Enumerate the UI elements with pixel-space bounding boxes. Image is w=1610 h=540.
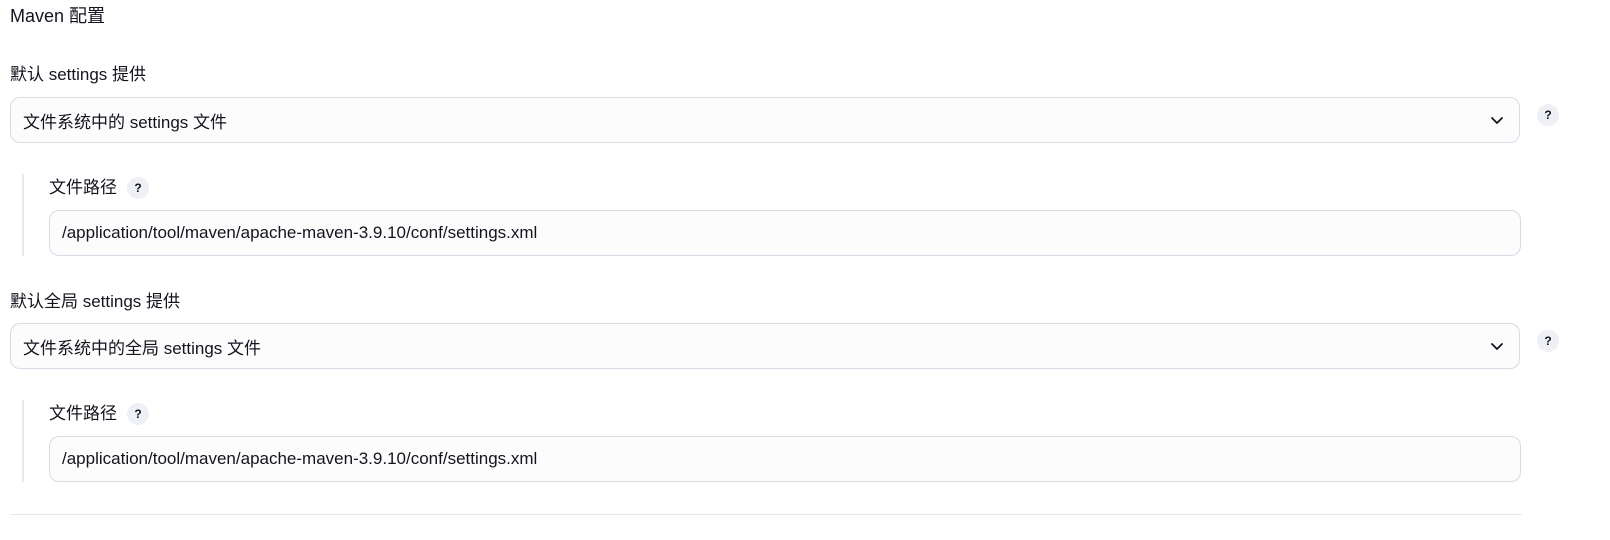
settings-path-value: /application/tool/maven/apache-maven-3.9… (62, 223, 538, 242)
settings-path-help-icon[interactable]: ? (127, 177, 149, 199)
settings-nested-bar (22, 174, 24, 256)
global-settings-path-value: /application/tool/maven/apache-maven-3.9… (62, 449, 538, 468)
settings-path-label: 文件路径 (49, 178, 117, 197)
settings-path-input[interactable]: /application/tool/maven/apache-maven-3.9… (49, 210, 1521, 256)
global-settings-provider-label: 默认全局 settings 提供 (10, 292, 181, 311)
settings-provider-label: 默认 settings 提供 (10, 65, 147, 84)
global-settings-provider-selected-value: 文件系统中的全局 settings 文件 (23, 338, 262, 358)
global-settings-path-label: 文件路径 (49, 404, 117, 423)
section-divider (10, 514, 1522, 515)
global-settings-path-input[interactable]: /application/tool/maven/apache-maven-3.9… (49, 436, 1521, 482)
global-settings-provider-help-icon[interactable]: ? (1537, 330, 1559, 352)
chevron-down-icon (1491, 117, 1503, 124)
settings-provider-select[interactable]: 文件系统中的 settings 文件 (10, 97, 1520, 143)
settings-provider-selected-value: 文件系统中的 settings 文件 (23, 112, 228, 132)
global-settings-path-help-icon[interactable]: ? (127, 403, 149, 425)
chevron-down-icon (1491, 343, 1503, 350)
section-title: Maven 配置 (10, 6, 106, 26)
global-settings-provider-select[interactable]: 文件系统中的全局 settings 文件 (10, 323, 1520, 369)
global-settings-nested-bar (22, 400, 24, 482)
settings-provider-help-icon[interactable]: ? (1537, 104, 1559, 126)
